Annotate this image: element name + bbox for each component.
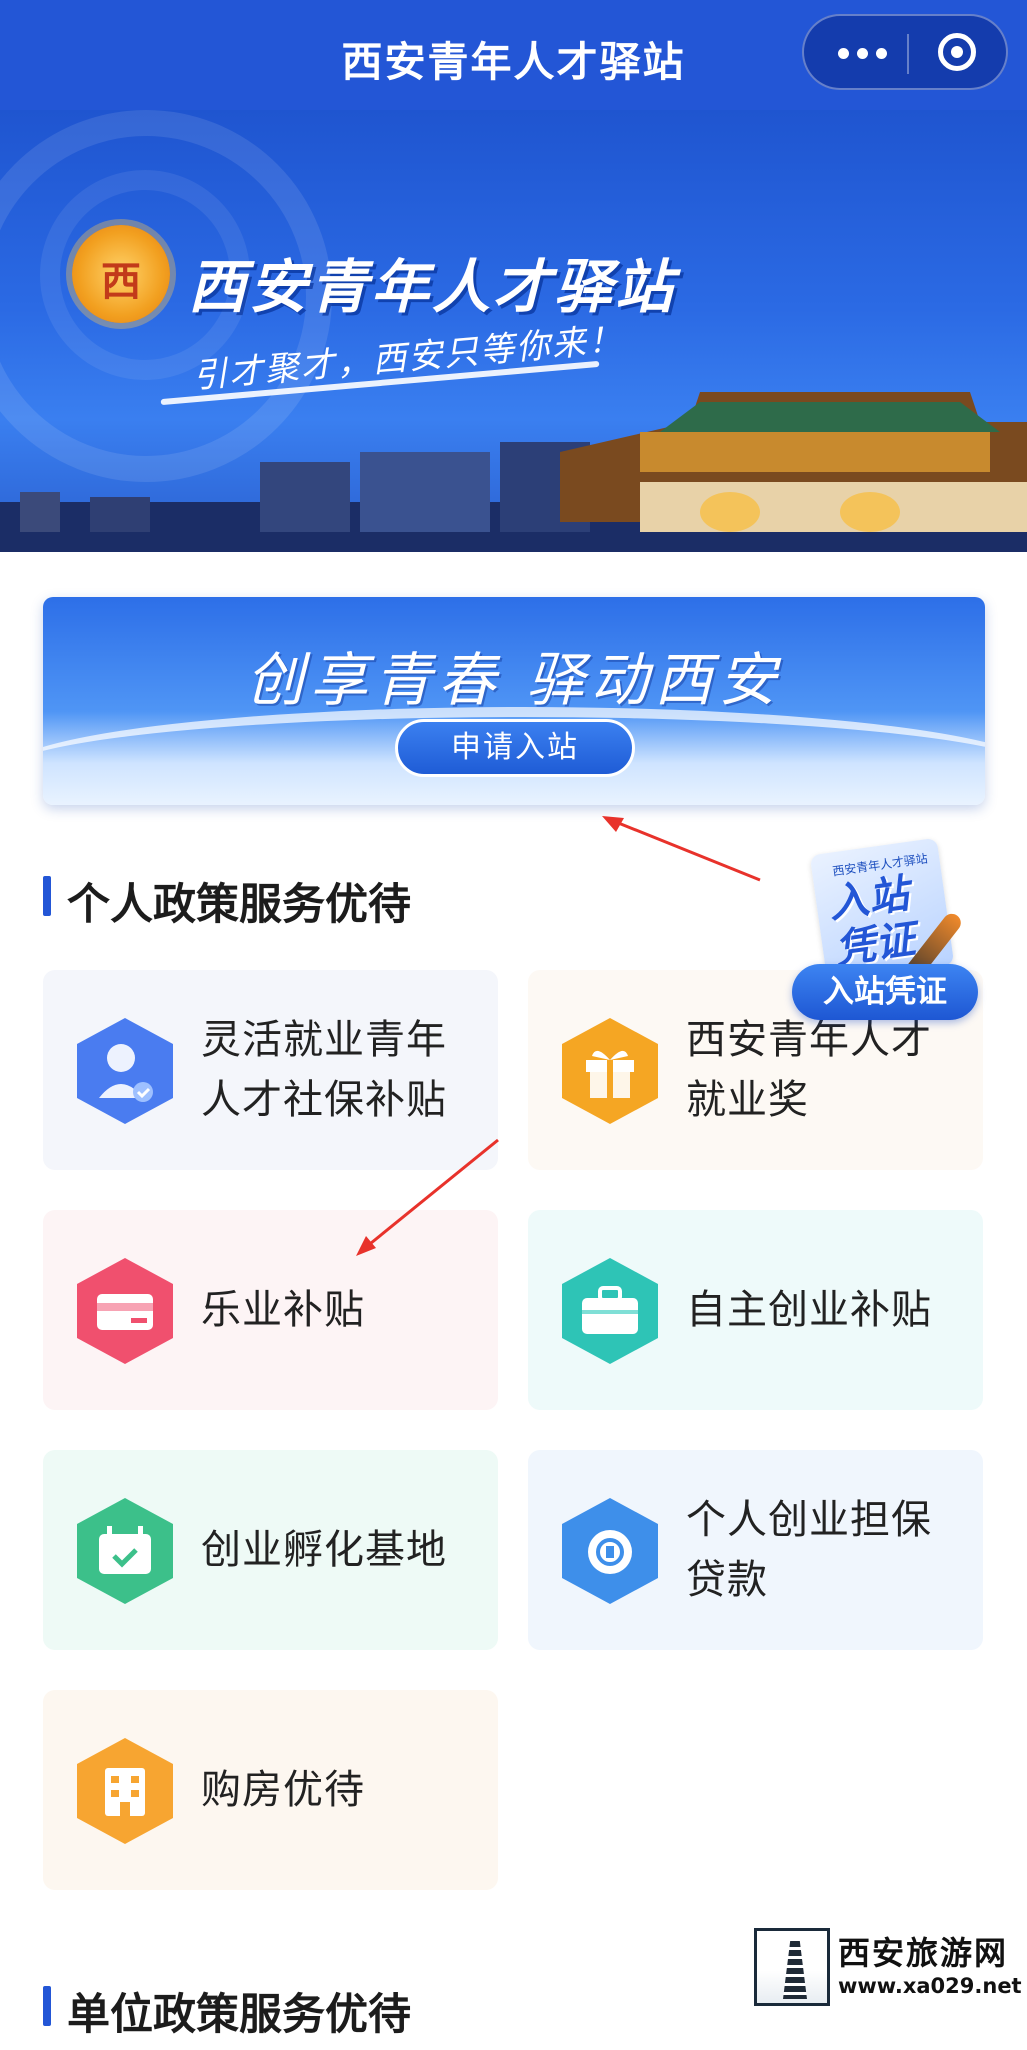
policy-card-social-insurance[interactable]: 灵活就业青年 人才社保补贴 <box>43 970 498 1170</box>
section-accent-bar <box>43 1986 51 2026</box>
section-heading-personal: 个人政策服务优待 <box>43 870 643 930</box>
policy-card-label: 个人创业担保 贷款 <box>686 1497 932 1603</box>
pagoda-logo-icon <box>754 1928 830 2006</box>
section-title: 单位政策服务优待 <box>67 1990 411 2040</box>
policy-card-label: 乐业补贴 <box>201 1287 365 1333</box>
policy-card-label: 购房优待 <box>201 1767 365 1813</box>
watermark-title: 西安旅游网 <box>838 1934 1009 1972</box>
policy-card-happy-work-subsidy[interactable]: 乐业补贴 <box>43 1210 498 1410</box>
gift-icon <box>562 1018 658 1124</box>
policy-card-self-startup-subsidy[interactable]: 自主创业补贴 <box>528 1210 983 1410</box>
policy-card-guaranteed-loan[interactable]: 个人创业担保 贷款 <box>528 1450 983 1650</box>
policy-card-label: 创业孵化基地 <box>201 1527 447 1573</box>
badge-big-text: 入站 凭证 <box>825 870 919 974</box>
watermark-url: www.xa029.net <box>838 1974 1022 1998</box>
policy-card-incubation-base[interactable]: 创业孵化基地 <box>43 1450 498 1650</box>
section-accent-bar <box>43 876 51 916</box>
station-logo-icon: 西 <box>72 225 170 323</box>
policy-card-home-purchase[interactable]: 购房优待 <box>43 1690 498 1890</box>
apply-banner[interactable]: 创享青春 驿动西安 申请入站 <box>43 597 985 805</box>
calendar-check-icon <box>77 1498 173 1604</box>
annotation-arrow-head <box>602 816 624 832</box>
capsule-divider <box>907 34 909 74</box>
building-icon <box>77 1738 173 1844</box>
section-title: 个人政策服务优待 <box>67 880 411 930</box>
person-check-icon <box>77 1018 173 1124</box>
hero-title: 西安青年人才驿站 <box>188 253 677 321</box>
target-circle-icon[interactable] <box>938 33 976 71</box>
bell-tower-cityscape-image <box>0 392 1027 552</box>
briefcase-icon <box>562 1258 658 1364</box>
policy-card-label: 自主创业补贴 <box>686 1287 932 1333</box>
card-icon <box>77 1258 173 1364</box>
top-nav-bar: 西安青年人才驿站 <box>0 0 1027 110</box>
coin-icon <box>562 1498 658 1604</box>
mini-program-capsule <box>802 14 1008 90</box>
more-dots-icon[interactable] <box>838 44 888 64</box>
apply-entry-button[interactable]: 申请入站 <box>395 719 635 777</box>
apply-banner-title: 创享青春 驿动西安 <box>245 646 783 714</box>
hero-banner: 西 西安青年人才驿站 引才聚才，西安只等你来！ <box>0 110 1027 552</box>
entry-certificate-button[interactable]: 入站凭证 <box>792 964 978 1020</box>
watermark-logo: 西安旅游网 www.xa029.net <box>752 1926 1022 2010</box>
entry-certificate-badge[interactable]: 西安青年人才驿站 入站 凭证 入站凭证 <box>792 837 978 1022</box>
section-heading-unit: 单位政策服务优待 <box>43 1980 643 2040</box>
policy-card-label: 灵活就业青年 人才社保补贴 <box>201 1017 447 1123</box>
